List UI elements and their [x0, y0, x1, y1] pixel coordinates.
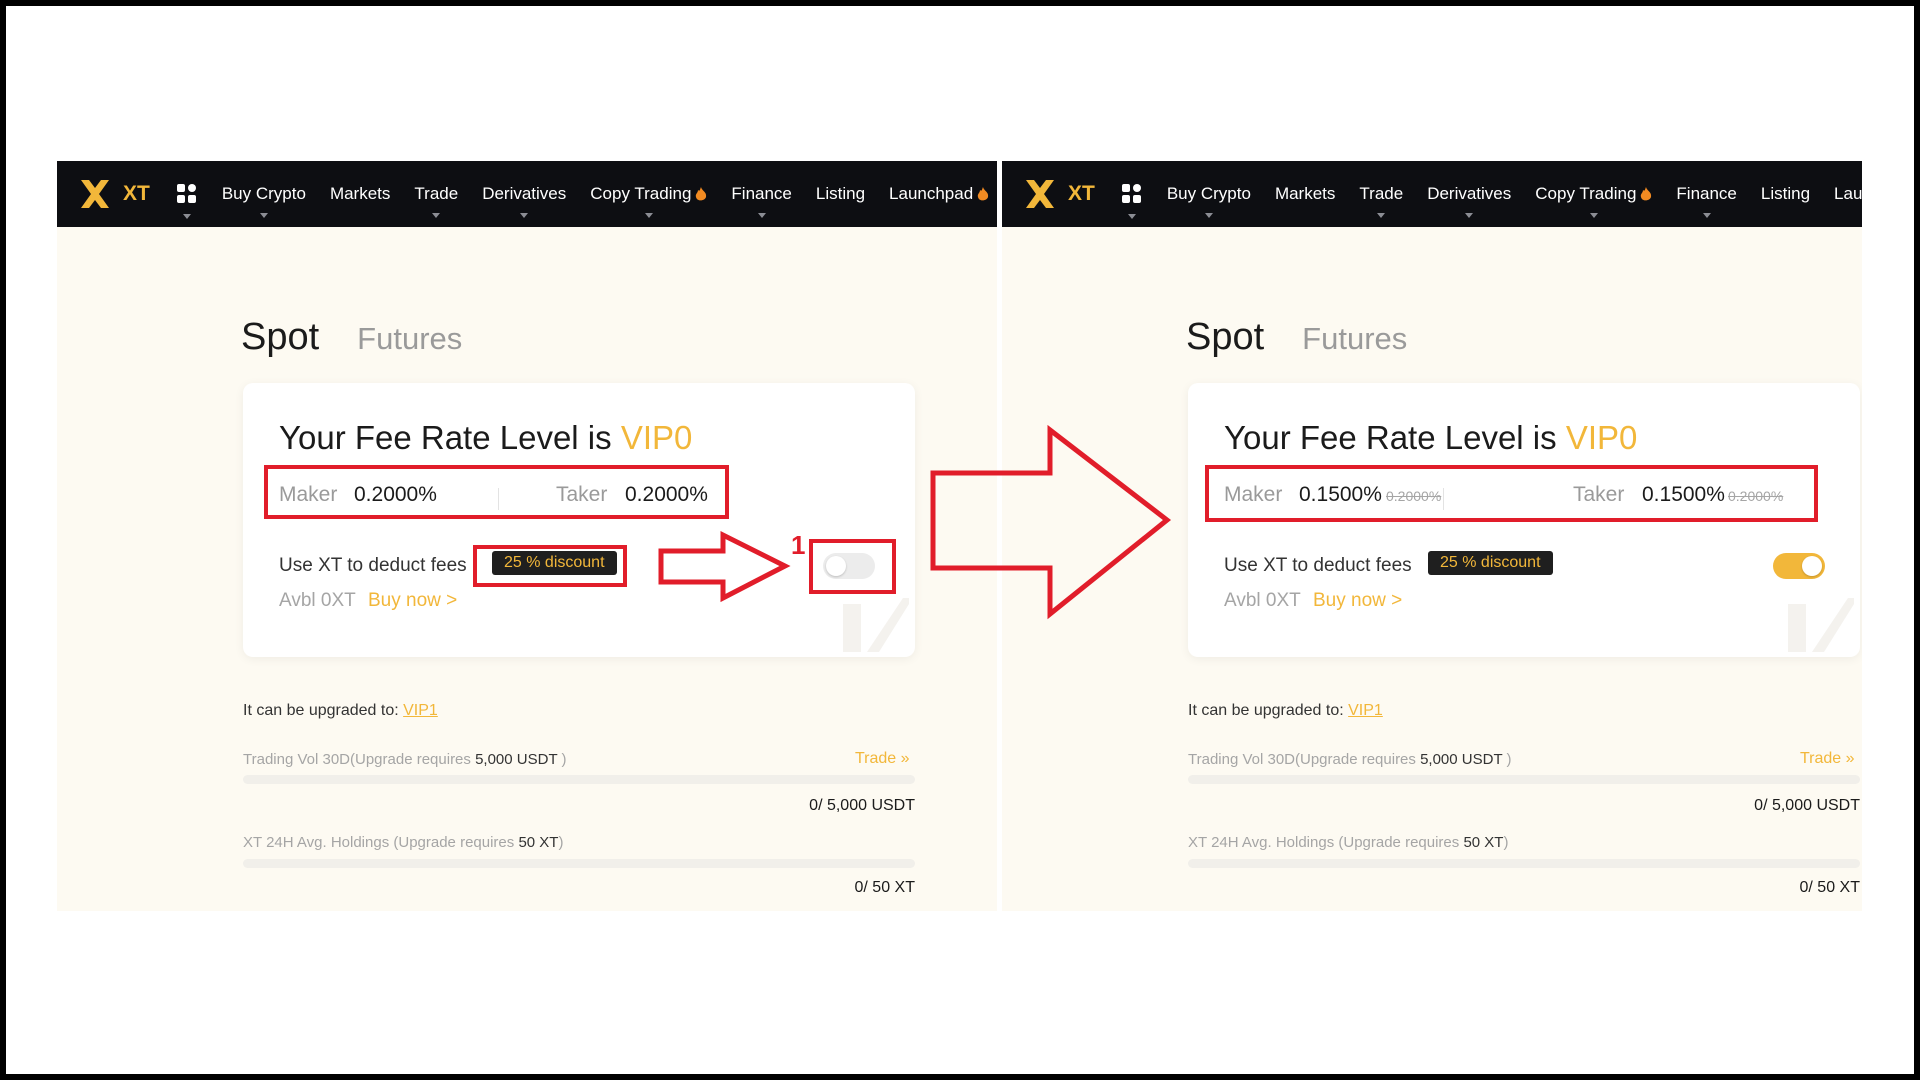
arrow-right-icon	[930, 424, 1172, 620]
annotation-overlay	[658, 424, 1172, 620]
arrow-right-icon	[658, 530, 791, 603]
